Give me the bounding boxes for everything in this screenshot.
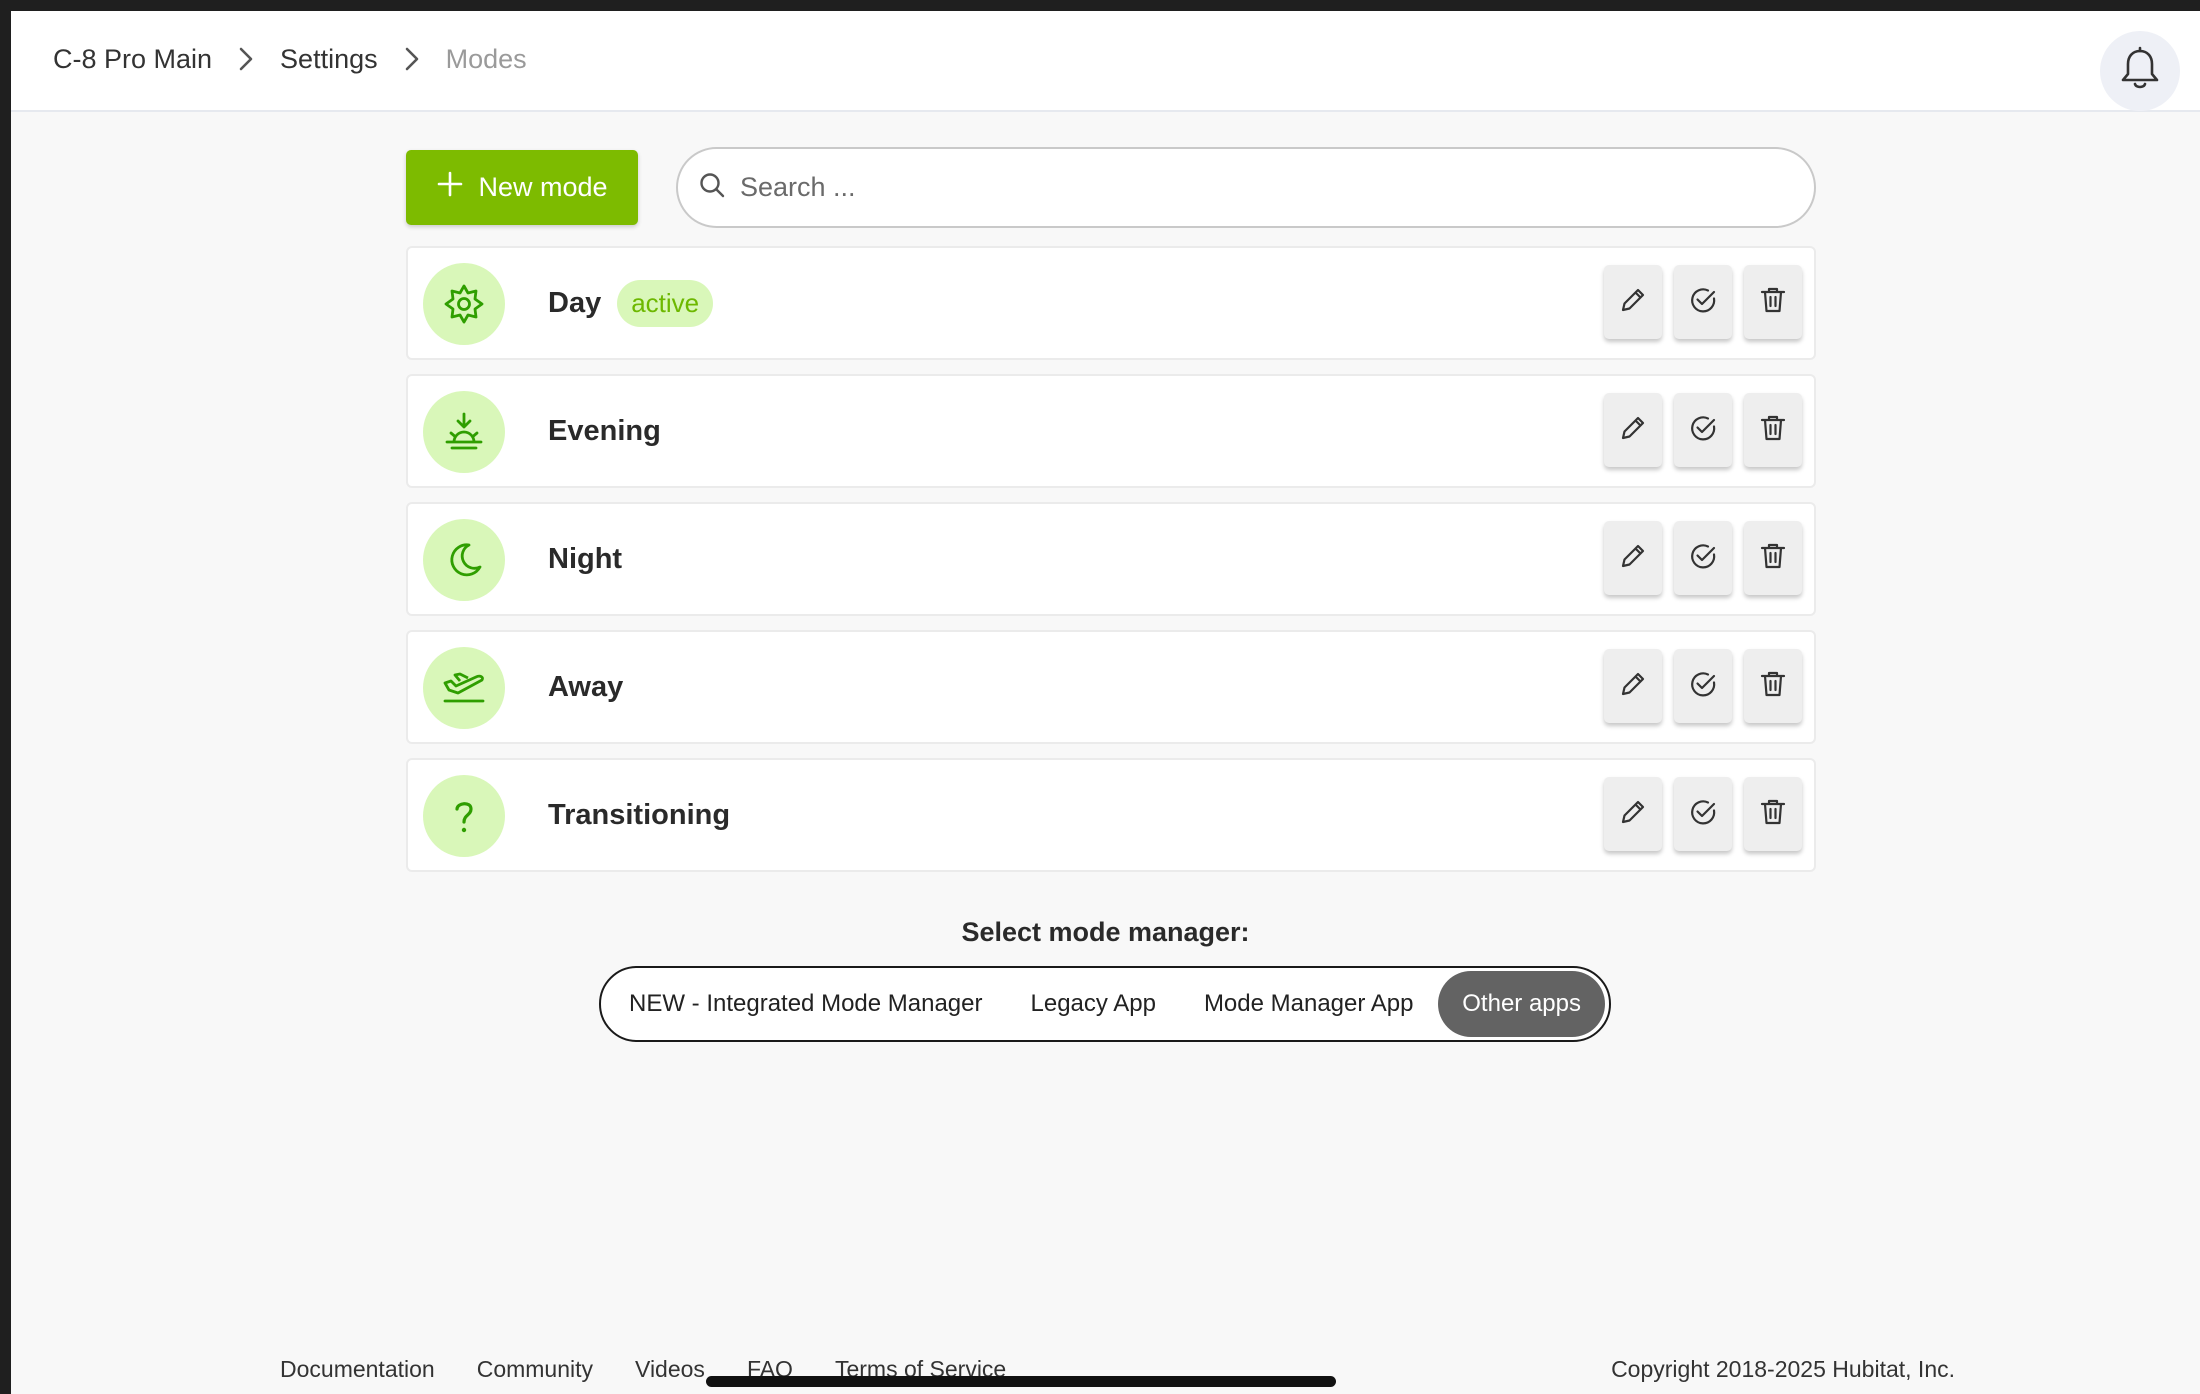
mode-actions	[1604, 265, 1802, 339]
app-window: C-8 Pro Main Settings Modes New mode Sea…	[11, 11, 2200, 1394]
breadcrumb-current-page: Modes	[445, 43, 527, 74]
pencil-icon	[1618, 797, 1648, 832]
mode-manager-option-legacy[interactable]: Legacy App	[1007, 971, 1180, 1037]
mode-row-day[interactable]: Day active	[406, 246, 1816, 360]
chevron-right-icon	[404, 46, 420, 72]
edit-button[interactable]	[1604, 393, 1662, 467]
mode-manager-title: Select mode manager:	[961, 917, 1250, 947]
mode-row-transitioning[interactable]: Transitioning	[406, 758, 1816, 872]
home-indicator[interactable]	[706, 1376, 1336, 1387]
check-circle-icon	[1688, 797, 1718, 832]
active-badge: active	[617, 279, 714, 327]
edit-button[interactable]	[1604, 777, 1662, 851]
search-box[interactable]	[676, 147, 1816, 228]
mode-manager-selector: NEW - Integrated Mode Manager Legacy App…	[599, 966, 1611, 1042]
notifications-button[interactable]	[2100, 31, 2180, 111]
footer-link-videos[interactable]: Videos	[635, 1356, 705, 1383]
activate-button[interactable]	[1674, 393, 1732, 467]
mode-actions	[1604, 521, 1802, 595]
plane-departure-icon	[423, 647, 505, 729]
footer-link-documentation[interactable]: Documentation	[280, 1356, 435, 1383]
mode-actions	[1604, 649, 1802, 723]
delete-button[interactable]	[1744, 265, 1802, 339]
mode-list: Day active Evening Night Away Transition…	[406, 246, 1816, 886]
mode-row-evening[interactable]: Evening	[406, 374, 1816, 488]
check-circle-icon	[1688, 669, 1718, 704]
edit-button[interactable]	[1604, 265, 1662, 339]
activate-button[interactable]	[1674, 265, 1732, 339]
delete-button[interactable]	[1744, 649, 1802, 723]
activate-button[interactable]	[1674, 521, 1732, 595]
check-circle-icon	[1688, 285, 1718, 320]
mode-manager-option-integrated[interactable]: NEW - Integrated Mode Manager	[605, 971, 1007, 1037]
mode-name: Day active	[548, 248, 714, 358]
pencil-icon	[1618, 541, 1648, 576]
sunset-icon	[423, 391, 505, 473]
plus-icon	[436, 170, 464, 205]
bell-icon	[2118, 46, 2162, 97]
trash-icon	[1758, 797, 1788, 832]
pencil-icon	[1618, 285, 1648, 320]
mode-actions	[1604, 777, 1802, 851]
trash-icon	[1758, 669, 1788, 704]
delete-button[interactable]	[1744, 393, 1802, 467]
sun-gear-icon	[423, 263, 505, 345]
new-mode-label: New mode	[478, 172, 608, 202]
pencil-icon	[1618, 669, 1648, 704]
chevron-right-icon	[238, 46, 254, 72]
delete-button[interactable]	[1744, 521, 1802, 595]
mode-name: Transitioning	[548, 798, 731, 831]
search-icon	[698, 171, 726, 204]
modes-toolbar: New mode	[406, 140, 1816, 230]
mode-name: Away	[548, 670, 624, 703]
breadcrumb-hub[interactable]: C-8 Pro Main	[53, 44, 212, 75]
delete-button[interactable]	[1744, 777, 1802, 851]
edit-button[interactable]	[1604, 521, 1662, 595]
edit-button[interactable]	[1604, 649, 1662, 723]
top-bar: C-8 Pro Main Settings Modes	[11, 11, 2200, 112]
mode-manager-option-other[interactable]: Other apps	[1438, 971, 1605, 1037]
question-mark-icon	[423, 775, 505, 857]
trash-icon	[1758, 285, 1788, 320]
mode-name: Evening	[548, 414, 661, 447]
pencil-icon	[1618, 413, 1648, 448]
new-mode-button[interactable]: New mode	[406, 150, 638, 225]
breadcrumb-settings[interactable]: Settings	[280, 44, 378, 75]
footer-link-community[interactable]: Community	[477, 1356, 593, 1383]
trash-icon	[1758, 541, 1788, 576]
check-circle-icon	[1688, 541, 1718, 576]
activate-button[interactable]	[1674, 649, 1732, 723]
mode-manager-option-app[interactable]: Mode Manager App	[1180, 971, 1437, 1037]
mode-row-night[interactable]: Night	[406, 502, 1816, 616]
mode-name: Night	[548, 542, 623, 575]
moon-icon	[423, 519, 505, 601]
check-circle-icon	[1688, 413, 1718, 448]
breadcrumb: C-8 Pro Main Settings Modes	[53, 11, 527, 107]
mode-row-away[interactable]: Away	[406, 630, 1816, 744]
trash-icon	[1758, 413, 1788, 448]
activate-button[interactable]	[1674, 777, 1732, 851]
mode-actions	[1604, 393, 1802, 467]
search-input[interactable]	[740, 172, 1740, 203]
copyright: Copyright 2018-2025 Hubitat, Inc.	[1611, 1356, 1955, 1382]
